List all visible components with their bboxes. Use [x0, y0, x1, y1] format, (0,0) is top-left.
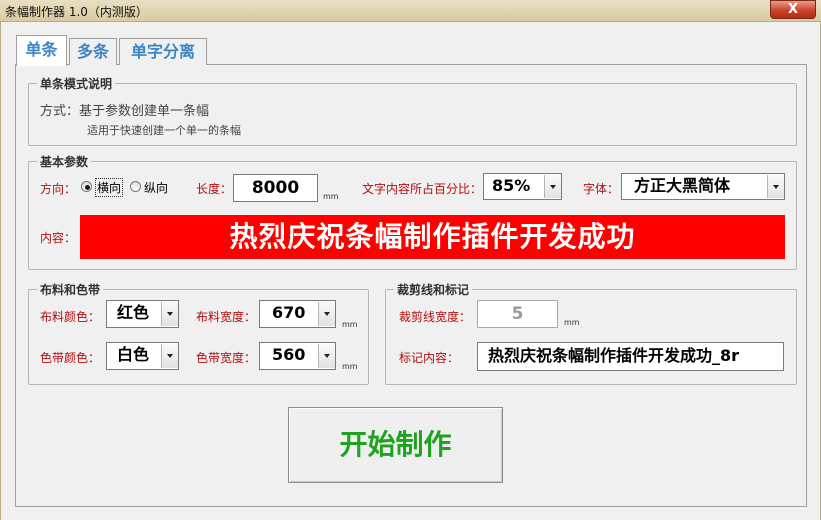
direction-horizontal-radio[interactable]	[81, 181, 92, 192]
window-title: 条幅制作器 1.0（内测版）	[5, 5, 148, 19]
text-ratio-value: 85%	[492, 176, 531, 195]
tab-single[interactable]: 单条	[16, 35, 67, 66]
mark-content-label: 标记内容：	[399, 351, 460, 365]
ribbon-width-value: 560	[272, 345, 306, 364]
description-legend: 单条模式说明	[40, 77, 113, 91]
ribbon-color-value: 白色	[117, 345, 150, 364]
close-button[interactable]: X	[770, 0, 816, 19]
fabric-width-value: 670	[272, 303, 306, 322]
description-line2: 适用于快速创建一个单一的条幅	[87, 124, 241, 137]
mark-content-input[interactable]: 热烈庆祝条幅制作插件开发成功_8r	[477, 342, 784, 371]
fabric-color-select[interactable]: 红色	[106, 300, 179, 328]
start-button[interactable]: 开始制作	[288, 407, 503, 483]
ribbon-color-select[interactable]: 白色	[106, 342, 179, 370]
length-label: 长度：	[196, 182, 233, 196]
chevron-down-icon[interactable]	[318, 302, 335, 326]
fabric-width-label: 布料宽度：	[196, 310, 257, 324]
length-input[interactable]: 8000	[233, 174, 318, 202]
fabric-width-unit: mm	[342, 320, 358, 329]
tab-multi[interactable]: 多条	[69, 38, 117, 65]
chevron-down-icon[interactable]	[161, 344, 178, 368]
crop-width-input[interactable]: 5	[477, 300, 558, 328]
ribbon-width-select[interactable]: 560	[259, 342, 336, 370]
fabric-color-label: 布料颜色：	[40, 310, 101, 324]
chevron-down-icon[interactable]	[318, 344, 335, 368]
ribbon-color-label: 色带颜色：	[40, 351, 101, 365]
direction-label: 方向：	[40, 182, 77, 196]
direction-horizontal-label[interactable]: 横向	[95, 178, 124, 197]
font-select[interactable]: 方正大黑简体	[621, 173, 785, 200]
length-unit: mm	[323, 192, 339, 201]
basic-params-legend: 基本参数	[40, 155, 89, 169]
fabric-width-select[interactable]: 670	[259, 300, 336, 328]
text-ratio-label: 文字内容所占百分比：	[362, 182, 483, 196]
tab-split-chars[interactable]: 单字分离	[119, 38, 207, 65]
direction-vertical-label[interactable]: 纵向	[144, 179, 168, 196]
text-ratio-select[interactable]: 85%	[483, 173, 562, 200]
font-value: 方正大黑简体	[634, 176, 731, 195]
fabric-ribbon-legend: 布料和色带	[40, 283, 101, 297]
ribbon-width-label: 色带宽度：	[196, 351, 257, 365]
crop-marks-legend: 裁剪线和标记	[397, 283, 470, 297]
fabric-color-value: 红色	[117, 303, 150, 322]
crop-width-label: 裁剪线宽度：	[399, 310, 472, 324]
ribbon-width-unit: mm	[342, 362, 358, 371]
description-line1: 方式：基于参数创建单一条幅	[40, 104, 210, 119]
crop-width-unit: mm	[564, 318, 580, 327]
chevron-down-icon[interactable]	[544, 175, 561, 198]
direction-vertical-radio[interactable]	[130, 181, 141, 192]
chevron-down-icon[interactable]	[161, 302, 178, 326]
content-label: 内容：	[40, 231, 77, 245]
chevron-down-icon[interactable]	[767, 175, 784, 198]
content-input[interactable]: 热烈庆祝条幅制作插件开发成功	[80, 215, 785, 259]
font-label: 字体：	[583, 182, 620, 196]
